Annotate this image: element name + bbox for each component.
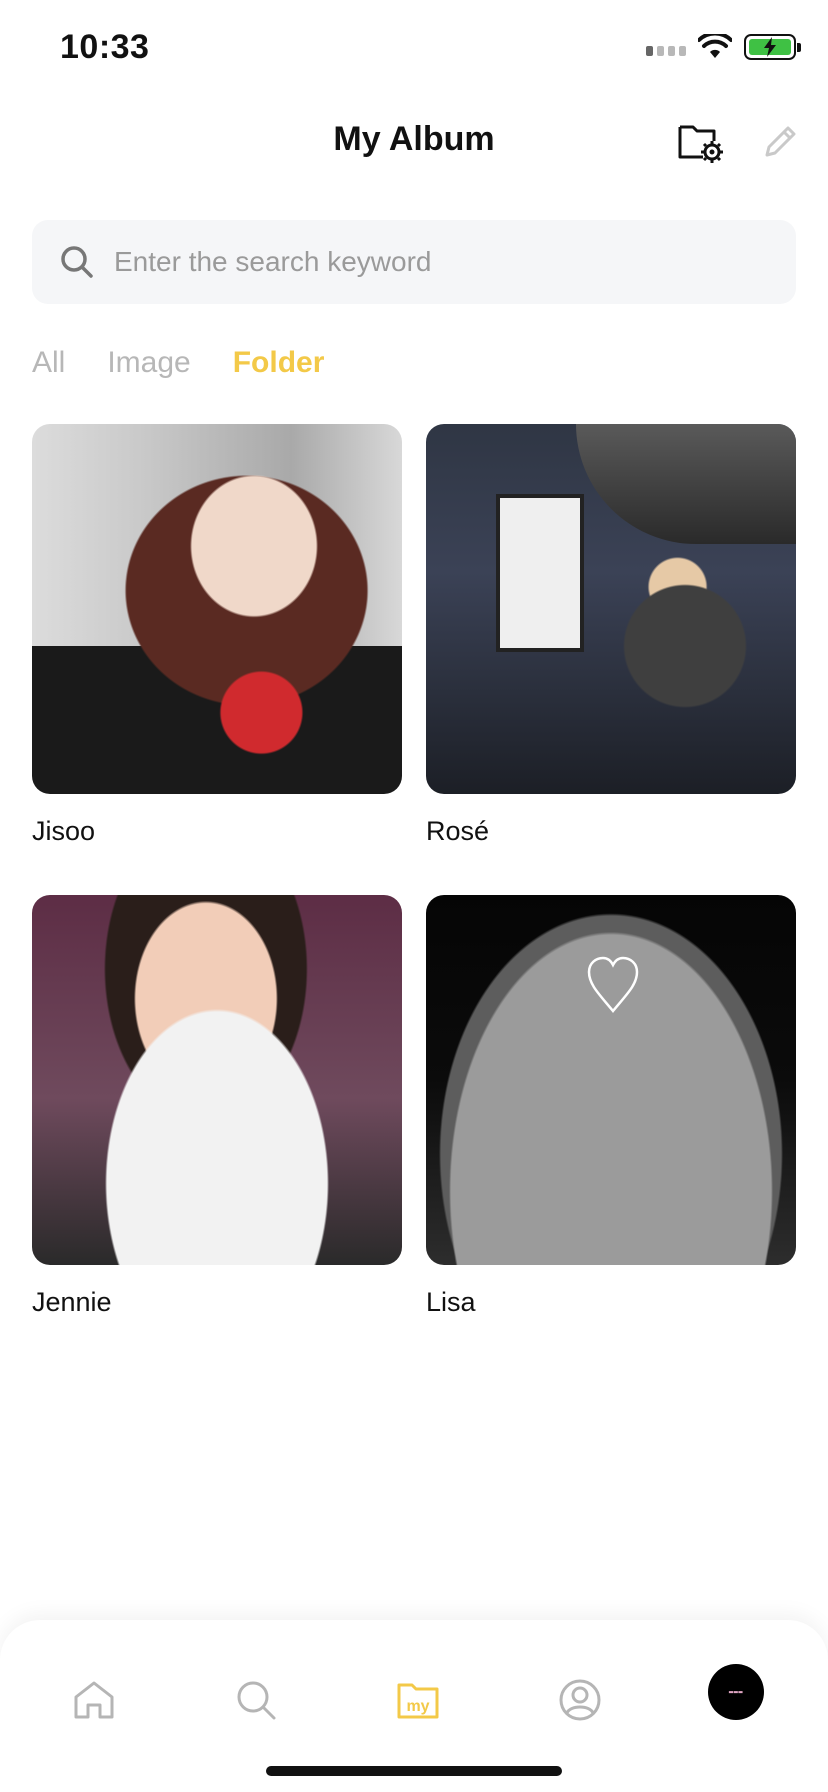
tab-bar-home[interactable]: [64, 1670, 124, 1730]
folder-label: Rosé: [426, 816, 490, 846]
header: My Album: [0, 108, 828, 178]
folder-card-jisoo[interactable]: Jisoo: [32, 424, 402, 847]
folder-grid: Jisoo Rosé Jennie Lisa: [32, 424, 796, 1318]
pencil-icon: [765, 126, 796, 157]
filter-tabs: All Image Folder: [32, 346, 324, 380]
home-indicator: [266, 1766, 562, 1776]
search-box[interactable]: [32, 220, 796, 304]
status-icons: [646, 34, 801, 60]
status-time: 10:33: [60, 28, 150, 66]
status-bar: 10:33: [0, 0, 828, 100]
profile-icon: [559, 1679, 601, 1721]
wifi-icon: [698, 34, 732, 58]
home-icon: [74, 1681, 114, 1719]
folder-settings-icon: [678, 125, 723, 163]
svg-text:my: my: [406, 1698, 429, 1715]
avatar-logo: ▬▬▬: [728, 1688, 744, 1696]
folder-thumbnail: [32, 895, 402, 1265]
search-icon: [237, 1681, 276, 1720]
heart-icon: [587, 956, 639, 1013]
folder-label: Jisoo: [32, 816, 96, 846]
screen: 10:33 My Album Enter the search keyword …: [0, 0, 828, 1792]
edit-button[interactable]: [752, 114, 808, 170]
battery-icon: [744, 34, 801, 60]
tab-bar-profile[interactable]: [550, 1670, 610, 1730]
tab-image[interactable]: Image: [107, 346, 190, 380]
charging-bolt-icon: [764, 37, 776, 57]
folder-thumbnail: [426, 424, 796, 794]
tab-all[interactable]: All: [32, 346, 65, 380]
folder-card-jennie[interactable]: Jennie: [32, 895, 402, 1318]
my-folder-icon: my: [397, 1683, 439, 1719]
folder-label: Lisa: [426, 1287, 476, 1317]
tab-folder[interactable]: Folder: [233, 346, 325, 380]
search-input[interactable]: [114, 246, 754, 278]
folder-settings-button[interactable]: [672, 114, 728, 170]
search-icon: [61, 246, 93, 278]
tab-bar-avatar[interactable]: ▬▬▬: [708, 1664, 764, 1720]
folder-card-lisa[interactable]: Lisa: [426, 895, 796, 1318]
cellular-signal-icon: [646, 38, 686, 56]
folder-thumbnail: [32, 424, 402, 794]
tab-bar-search[interactable]: [226, 1670, 286, 1730]
folder-thumbnail: [426, 895, 796, 1265]
tab-bar-my[interactable]: my: [388, 1670, 448, 1730]
folder-label: Jennie: [32, 1287, 112, 1317]
folder-card-rose[interactable]: Rosé: [426, 424, 796, 847]
avatar: ▬▬▬: [708, 1664, 764, 1720]
